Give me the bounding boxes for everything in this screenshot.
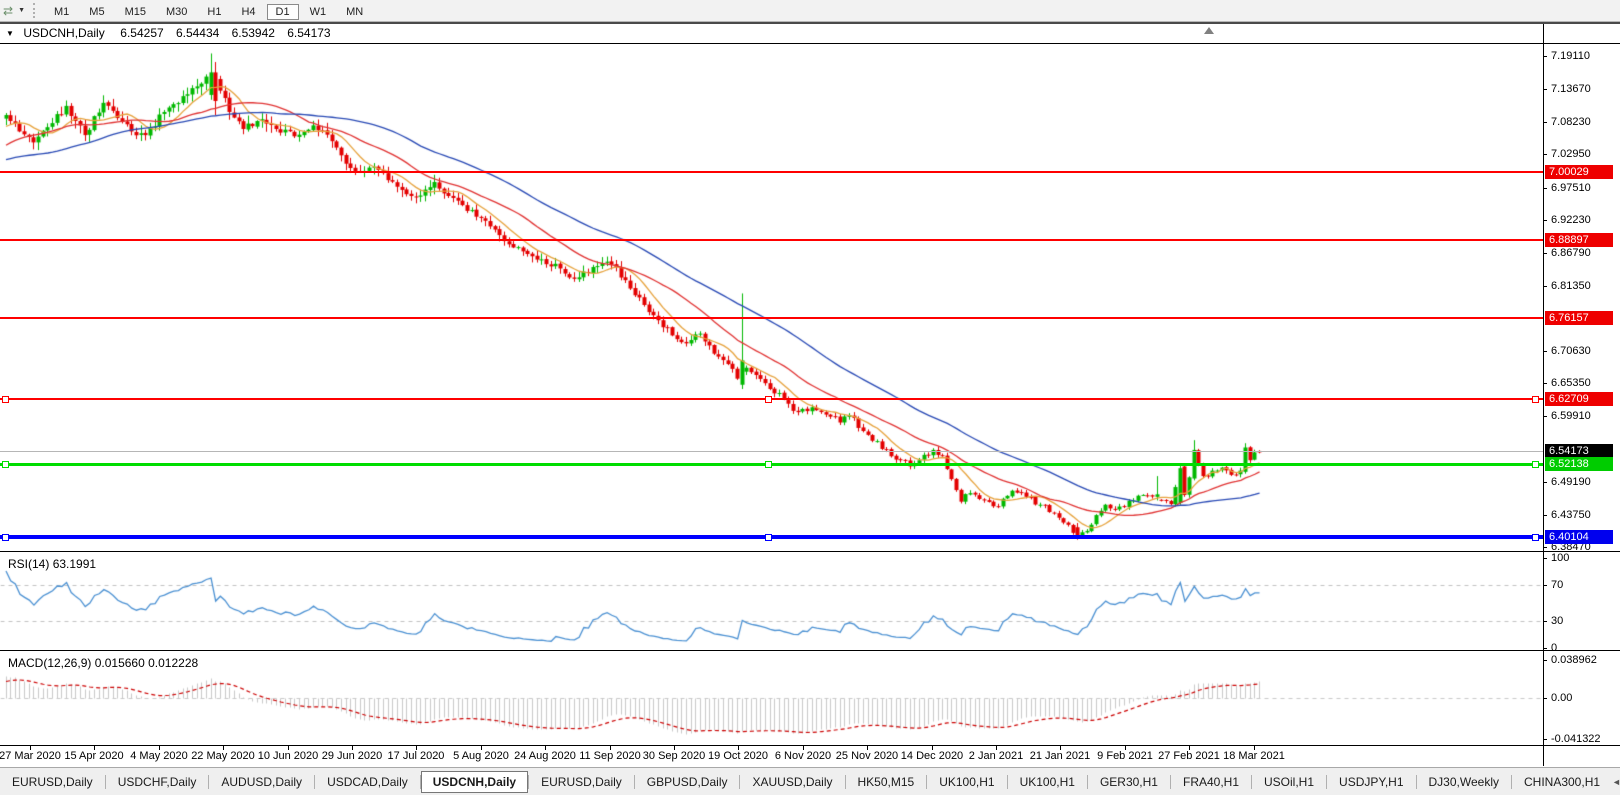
rsi-tick-mark <box>1543 558 1547 559</box>
tab-usdjpy-h1[interactable]: USDJPY,H1 <box>1327 772 1415 792</box>
rsi-tick-label: 70 <box>1551 579 1564 591</box>
hline-6.54173[interactable] <box>0 451 1543 452</box>
hline-6.88897[interactable] <box>0 239 1543 241</box>
rsi-tick-label: 100 <box>1551 552 1570 564</box>
hline-drag-handle[interactable] <box>765 534 772 541</box>
price-tick-mark <box>1543 482 1547 483</box>
tab-gbpusd-daily[interactable]: GBPUSD,Daily <box>635 772 740 792</box>
macd-tick-mark <box>1543 739 1547 740</box>
price-tick-mark <box>1543 383 1547 384</box>
price-tag-6.88897: 6.88897 <box>1545 233 1613 247</box>
tab-usdcad-daily[interactable]: USDCAD,Daily <box>315 772 420 792</box>
macd-tick-label: 0.00 <box>1551 692 1573 704</box>
price-tag-6.54173: 6.54173 <box>1545 444 1613 458</box>
rsi-tick-label: 0 <box>1551 642 1558 654</box>
macd-indicator-label: MACD(12,26,9) 0.015660 0.012228 <box>8 656 199 670</box>
tab-uk100-h1[interactable]: UK100,H1 <box>1008 772 1087 792</box>
price-tick-mark <box>1543 56 1547 57</box>
price-tick-mark <box>1543 286 1547 287</box>
price-tick-label: 6.65350 <box>1551 377 1591 389</box>
macd-tick-mark <box>1543 698 1547 699</box>
tab-fra40-h1[interactable]: FRA40,H1 <box>1171 772 1251 792</box>
tab-audusd-daily[interactable]: AUDUSD,Daily <box>209 772 314 792</box>
macd-date-separator <box>0 745 1620 746</box>
hline-6.76157[interactable] <box>0 317 1543 319</box>
tab-scroll-left-icon[interactable]: ◄ <box>1612 777 1620 787</box>
main-rsi-separator[interactable] <box>0 551 1620 552</box>
price-tick-label: 6.43750 <box>1551 509 1591 521</box>
price-tick-label: 6.59910 <box>1551 410 1591 422</box>
mt4-chart-window: ⇄ ▼ M1M5M15M30H1H4D1W1MN ▼ USDCNH,Daily … <box>0 0 1620 795</box>
price-tick-label: 6.92230 <box>1551 214 1591 226</box>
price-tick-mark <box>1543 220 1547 221</box>
hline-drag-handle[interactable] <box>2 461 9 468</box>
hline-drag-handle[interactable] <box>765 396 772 403</box>
hline-drag-handle[interactable] <box>1532 396 1539 403</box>
tab-xauusd-daily[interactable]: XAUUSD,Daily <box>740 772 844 792</box>
tab-china300-h1[interactable]: CHINA300,H1 <box>1512 772 1612 792</box>
price-tick-label: 6.81350 <box>1551 280 1591 292</box>
price-tick-mark <box>1543 416 1547 417</box>
tab-eurusd-daily[interactable]: EURUSD,Daily <box>0 772 105 792</box>
price-tick-mark <box>1543 547 1547 548</box>
tab-ger30-h1[interactable]: GER30,H1 <box>1088 772 1170 792</box>
price-tick-mark <box>1543 89 1547 90</box>
rsi-tick-mark <box>1543 648 1547 649</box>
rsi-indicator-label: RSI(14) 63.1991 <box>8 557 97 571</box>
price-tag-6.62709: 6.62709 <box>1545 392 1613 406</box>
price-tick-label: 6.86790 <box>1551 247 1591 259</box>
price-tick-label: 6.97510 <box>1551 182 1591 194</box>
price-tick-label: 7.19110 <box>1551 50 1590 62</box>
price-tick-label: 6.70630 <box>1551 345 1591 357</box>
tab-usdcnh-daily[interactable]: USDCNH,Daily <box>420 771 529 793</box>
macd-main-value: 0.015660 <box>94 656 145 670</box>
rsi-tick-label: 30 <box>1551 615 1564 627</box>
hline-drag-handle[interactable] <box>2 534 9 541</box>
rsi-tick-mark <box>1543 621 1547 622</box>
rsi-current-value: 63.1991 <box>52 557 97 571</box>
rsi-tick-mark <box>1543 585 1547 586</box>
date-label: 18 Mar 2021 <box>1223 750 1285 762</box>
hline-7.00029[interactable] <box>0 171 1543 173</box>
price-tick-label: 7.08230 <box>1551 116 1591 128</box>
price-tick-mark <box>1543 515 1547 516</box>
price-tick-label: 7.02950 <box>1551 148 1591 160</box>
tab-dj30-weekly[interactable]: DJ30,Weekly <box>1417 772 1511 792</box>
rsi-macd-separator[interactable] <box>0 650 1620 651</box>
tab-uk100-h1[interactable]: UK100,H1 <box>927 772 1006 792</box>
macd-signal-value: 0.012228 <box>148 656 199 670</box>
macd-tick-label: -0.041322 <box>1551 733 1601 745</box>
macd-tick-label: 0.038962 <box>1551 654 1597 666</box>
price-tag-6.76157: 6.76157 <box>1545 311 1613 325</box>
hline-drag-handle[interactable] <box>765 461 772 468</box>
price-tag-6.40104: 6.40104 <box>1545 530 1613 544</box>
chart-tab-bar: EURUSD,Daily USDCHF,Daily AUDUSD,Daily USDC… <box>0 767 1620 795</box>
hline-drag-handle[interactable] <box>1532 534 1539 541</box>
chart-tabs: EURUSD,Daily USDCHF,Daily AUDUSD,Daily USDC… <box>0 771 1612 793</box>
price-tick-mark <box>1543 351 1547 352</box>
price-axis-line <box>1543 24 1544 766</box>
macd-tick-mark <box>1543 660 1547 661</box>
price-tick-label: 7.13670 <box>1551 83 1591 95</box>
price-tick-mark <box>1543 154 1547 155</box>
price-tick-mark <box>1543 253 1547 254</box>
price-tag-6.52138: 6.52138 <box>1545 457 1613 471</box>
price-tick-mark <box>1543 122 1547 123</box>
tab-eurusd-daily[interactable]: EURUSD,Daily <box>529 772 634 792</box>
price-tick-label: 6.49190 <box>1551 476 1591 488</box>
tab-usdchf-daily[interactable]: USDCHF,Daily <box>106 772 209 792</box>
hline-drag-handle[interactable] <box>2 396 9 403</box>
hline-drag-handle[interactable] <box>1532 461 1539 468</box>
tab-hk50-m15[interactable]: HK50,M15 <box>846 772 927 792</box>
main-pane-top-border <box>0 43 1620 44</box>
tab-usoil-h1[interactable]: USOil,H1 <box>1252 772 1326 792</box>
price-tag-7.00029: 7.00029 <box>1545 165 1613 179</box>
price-tick-mark <box>1543 188 1547 189</box>
